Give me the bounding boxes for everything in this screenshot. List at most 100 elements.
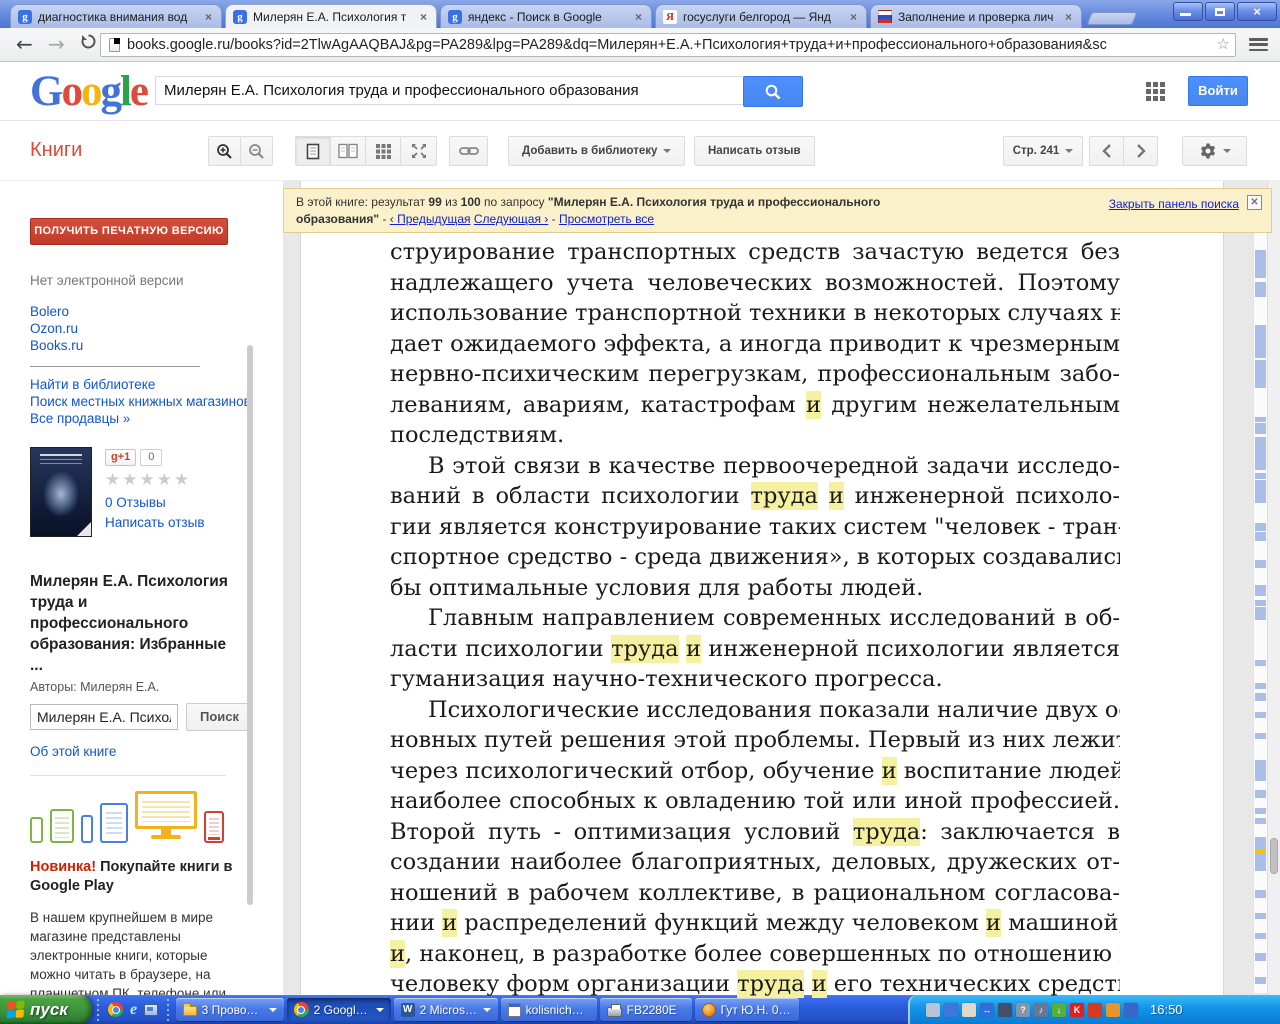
volume-icon[interactable] — [1106, 1002, 1120, 1017]
search-result-mark[interactable] — [1255, 600, 1266, 606]
chrome-icon[interactable] — [108, 1002, 123, 1017]
forward-icon[interactable]: → — [48, 31, 65, 57]
search-result-mark[interactable] — [1255, 733, 1266, 739]
update-icon[interactable]: ↓ — [1052, 1002, 1066, 1017]
ie-icon[interactable]: e — [130, 1001, 137, 1018]
search-result-mark[interactable] — [1255, 423, 1266, 434]
tab-close-icon[interactable]: × — [633, 11, 644, 23]
browser-tab[interactable]: Ягосуслуги белгород — Янд × — [655, 4, 867, 28]
browser-tab[interactable]: g Милерян Е.А. Психология т × — [225, 4, 437, 28]
sidebar-scrollbar[interactable] — [247, 345, 253, 905]
taskbar-button[interactable]: 3 Проводник — [175, 998, 284, 1021]
tab-close-icon[interactable]: × — [848, 11, 859, 23]
search-result-mark[interactable] — [1255, 933, 1266, 939]
display-settings-icon[interactable] — [998, 1002, 1012, 1017]
store-link[interactable]: Bolero — [30, 303, 283, 320]
search-result-mark[interactable] — [1255, 818, 1266, 824]
add-to-library-button[interactable]: Добавить в библиотеку — [508, 136, 686, 166]
search-result-mark[interactable] — [1255, 890, 1266, 898]
search-result-mark[interactable] — [1255, 760, 1266, 781]
search-result-mark[interactable] — [1255, 683, 1266, 689]
audio-device-icon[interactable]: ♪ — [1034, 1002, 1048, 1017]
removable-device-icon[interactable] — [926, 1002, 940, 1017]
back-icon[interactable]: ← — [16, 31, 33, 57]
apps-grid-icon[interactable] — [1146, 82, 1166, 102]
tab-close-icon[interactable]: × — [1063, 11, 1074, 23]
search-panel-link[interactable]: Следующая › — [474, 212, 548, 226]
taskbar-button[interactable]: W 2 Microsoft ... — [393, 998, 498, 1021]
taskbar-button[interactable]: FB2280E — [599, 998, 692, 1021]
write-review-button[interactable]: Написать отзыв — [694, 136, 815, 166]
thumbnail-view-button[interactable] — [365, 136, 401, 166]
search-panel-link[interactable]: Просмотреть все — [559, 212, 654, 226]
new-tab-button[interactable] — [1086, 12, 1138, 25]
browser-tab[interactable]: Заполнение и проверка лич × — [870, 4, 1082, 28]
search-result-mark[interactable] — [1255, 660, 1266, 666]
taskbar-button[interactable]: Гут Ю.Н. 041... — [694, 998, 799, 1021]
search-result-mark[interactable] — [1255, 325, 1266, 358]
store-link[interactable]: Books.ru — [30, 337, 283, 354]
library-link[interactable]: Все продавцы » — [30, 410, 283, 427]
store-link[interactable]: Ozon.ru — [30, 320, 283, 337]
search-result-mark[interactable] — [1255, 250, 1266, 278]
search-result-mark[interactable] — [1255, 977, 1266, 984]
get-print-version-button[interactable]: ПОЛУЧИТЬ ПЕЧАТНУЮ ВЕРСИЮ — [30, 218, 228, 245]
close-search-panel-link[interactable]: Закрыть панель поиска — [1109, 196, 1239, 213]
sync-arrows-icon[interactable]: ↔ — [980, 1002, 994, 1017]
search-result-mark[interactable] — [1255, 790, 1266, 798]
monitor-tray-icon[interactable] — [1124, 1002, 1138, 1017]
address-bar[interactable]: books.google.ru/books?id=2TlwAgAAQBAJ&pg… — [100, 33, 1236, 57]
page-scrollbar[interactable] — [1267, 181, 1280, 995]
search-result-mark[interactable] — [1255, 693, 1266, 701]
zoom-out-button[interactable] — [240, 136, 273, 166]
browser-tab[interactable]: g яндекс - Поиск в Google × — [440, 4, 652, 28]
search-result-mark[interactable] — [1255, 712, 1266, 718]
settings-button[interactable] — [1182, 136, 1247, 166]
library-link[interactable]: Найти в библиотеке — [30, 376, 283, 393]
two-page-view-button[interactable] — [330, 136, 366, 166]
search-result-mark[interactable] — [1255, 523, 1266, 531]
network-computers-icon[interactable] — [944, 1002, 958, 1017]
book-search-input[interactable] — [30, 704, 178, 730]
search-result-mark[interactable] — [1255, 532, 1266, 541]
close-button[interactable]: × — [1237, 2, 1277, 21]
search-result-mark[interactable] — [1255, 437, 1266, 470]
search-result-mark[interactable] — [1255, 282, 1266, 297]
next-page-button[interactable] — [1123, 136, 1158, 166]
close-search-panel-icon[interactable]: ✕ — [1247, 195, 1262, 210]
taskbar-button[interactable]: kolisnichenko_... — [500, 998, 597, 1021]
scrollbar-thumb[interactable] — [1270, 838, 1278, 874]
minimize-button[interactable] — [1173, 2, 1203, 21]
search-result-mark[interactable] — [1255, 913, 1266, 919]
refresh-icon[interactable] — [80, 33, 97, 50]
tab-close-icon[interactable]: × — [203, 11, 214, 23]
search-result-mark[interactable] — [1255, 585, 1266, 596]
search-result-mark[interactable] — [1255, 953, 1266, 961]
zoom-in-button[interactable] — [208, 136, 241, 166]
search-result-mark[interactable] — [1255, 808, 1266, 814]
write-review-link[interactable]: Написать отзыв — [105, 515, 205, 530]
search-input[interactable] — [155, 76, 743, 105]
color-settings-icon[interactable] — [962, 1002, 976, 1017]
search-hits-scrollbar[interactable] — [1253, 233, 1268, 993]
single-page-view-button[interactable] — [295, 136, 331, 166]
link-button[interactable] — [449, 136, 488, 166]
search-result-mark[interactable] — [1255, 360, 1266, 388]
search-result-mark[interactable] — [1255, 473, 1266, 479]
reviews-link[interactable]: 0 Отзывы — [105, 495, 205, 510]
search-result-mark[interactable] — [1255, 417, 1266, 422]
browser-tab[interactable]: g диагностика внимания вод × — [10, 4, 222, 28]
search-result-mark[interactable] — [1255, 480, 1266, 503]
previous-page-button[interactable] — [1089, 136, 1124, 166]
about-book-link[interactable]: Об этой книге — [30, 744, 283, 759]
library-link[interactable]: Поиск местных книжных магазинов — [30, 393, 283, 410]
search-button[interactable] — [743, 76, 803, 107]
taskbar-button[interactable]: 2 Google Ch... — [286, 998, 391, 1021]
browser-menu-icon[interactable] — [1249, 38, 1268, 51]
fullscreen-button[interactable] — [400, 136, 437, 166]
search-result-mark[interactable] — [1255, 837, 1266, 871]
book-search-button[interactable]: Поиск — [186, 703, 254, 731]
kaspersky-icon[interactable]: K — [1070, 1002, 1084, 1017]
show-desktop-icon[interactable] — [144, 1003, 159, 1016]
sign-in-button[interactable]: Войти — [1188, 76, 1248, 106]
